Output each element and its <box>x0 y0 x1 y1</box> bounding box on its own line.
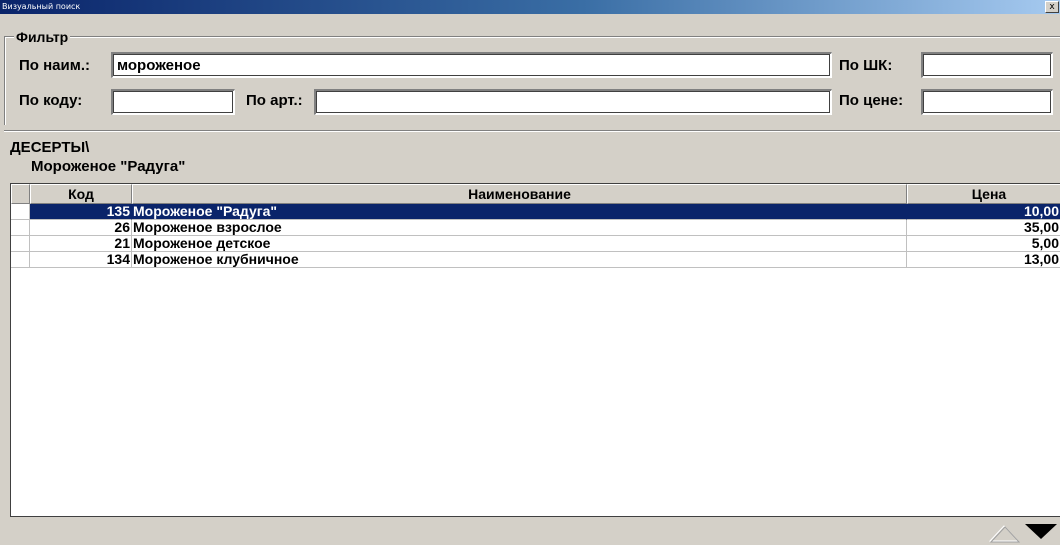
table-row[interactable]: 135 Мороженое "Радуга" 10,00 <box>11 204 1060 220</box>
price-filter-label: По цене: <box>839 92 904 109</box>
row-code: 135 <box>30 204 132 220</box>
window-title: Визуальный поиск <box>2 2 81 11</box>
title-bar[interactable]: Визуальный поиск x <box>0 0 1060 14</box>
article-filter-input[interactable] <box>314 89 832 115</box>
price-filter-input[interactable] <box>921 89 1053 115</box>
code-filter-input[interactable] <box>111 89 235 115</box>
row-price: 13,00 <box>907 252 1060 268</box>
table-row[interactable]: 134 Мороженое клубничное 13,00 <box>11 252 1060 268</box>
selected-item-name: Мороженое "Радуга" <box>31 158 186 175</box>
triangle-up-icon[interactable] <box>987 518 1021 544</box>
row-name: Мороженое детское <box>132 236 907 252</box>
row-name: Мороженое клубничное <box>132 252 907 268</box>
row-code: 21 <box>30 236 132 252</box>
row-indicator <box>11 220 30 236</box>
results-table[interactable]: Код Наименование Цена 135 Мороженое "Рад… <box>10 183 1060 517</box>
barcode-filter-input[interactable] <box>921 52 1053 78</box>
table-header: Код Наименование Цена <box>11 184 1060 204</box>
row-price: 5,00 <box>907 236 1060 252</box>
row-price: 10,00 <box>907 204 1060 220</box>
close-button[interactable]: x <box>1045 1 1059 13</box>
bottom-bar <box>0 517 1060 545</box>
row-name: Мороженое "Радуга" <box>132 204 907 220</box>
row-code: 134 <box>30 252 132 268</box>
filter-legend: Фильтр <box>14 29 71 45</box>
row-code: 26 <box>30 220 132 236</box>
table-row[interactable]: 26 Мороженое взрослое 35,00 <box>11 220 1060 236</box>
header-code[interactable]: Код <box>30 184 132 204</box>
row-indicator <box>11 236 30 252</box>
row-indicator <box>11 252 30 268</box>
row-indicator <box>11 204 30 220</box>
code-filter-label: По коду: <box>19 92 83 109</box>
table-row[interactable]: 21 Мороженое детское 5,00 <box>11 236 1060 252</box>
visual-search-window: Визуальный поиск x Фильтр По наим.: моро… <box>0 0 1060 545</box>
row-price: 35,00 <box>907 220 1060 236</box>
triangle-down-icon[interactable] <box>1022 518 1060 544</box>
article-filter-label: По арт.: <box>246 92 303 109</box>
header-indicator <box>11 184 30 204</box>
row-name: Мороженое взрослое <box>132 220 907 236</box>
barcode-filter-label: По ШК: <box>839 57 893 74</box>
header-price[interactable]: Цена <box>907 184 1060 204</box>
name-filter-input[interactable]: мороженое <box>111 52 832 78</box>
header-name[interactable]: Наименование <box>132 184 907 204</box>
name-filter-label: По наим.: <box>19 57 90 74</box>
section-divider <box>4 130 1060 132</box>
category-path: ДЕСЕРТЫ\ <box>10 139 90 156</box>
